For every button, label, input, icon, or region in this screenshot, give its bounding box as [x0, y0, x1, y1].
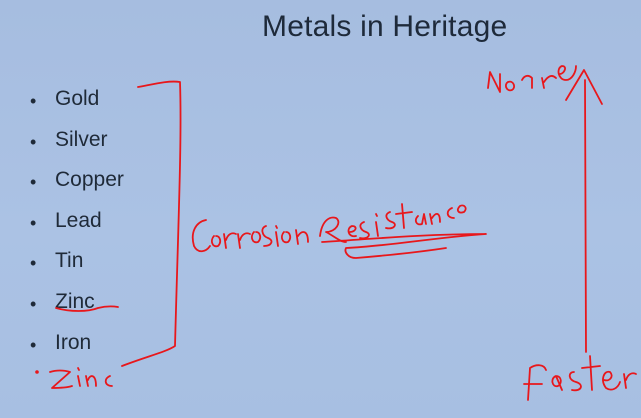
handwritten-zinc [49, 367, 113, 389]
vertical-arrow-line [584, 79, 587, 353]
bracket-mark [121, 80, 182, 367]
handwriting-overlay [35, 65, 637, 401]
strikethrough-mark [55, 305, 119, 312]
handwritten-dot-mark [35, 370, 39, 374]
handwritten-noble [487, 65, 577, 93]
slide: Metals in Heritage • Gold • Silver • Copper… [0, 0, 641, 418]
vertical-arrow-head [565, 69, 603, 105]
handwritten-corrosion-resistance [191, 203, 467, 253]
handwritten-faster [523, 355, 637, 401]
underline-arrow [321, 233, 487, 259]
